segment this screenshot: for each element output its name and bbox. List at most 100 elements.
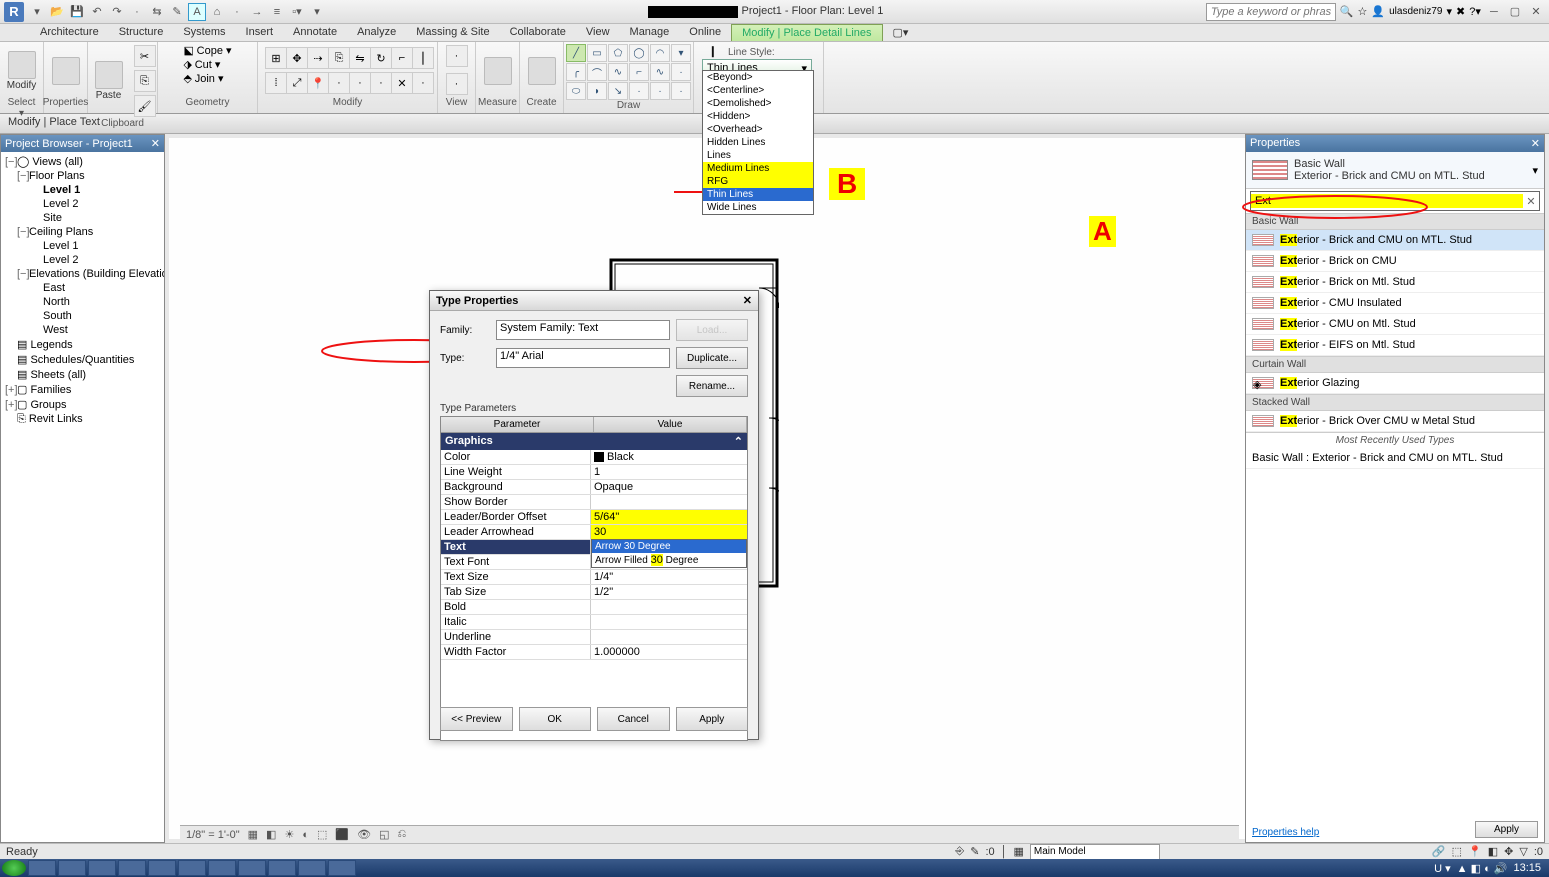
visual-style-icon[interactable]: ◧ [266, 828, 276, 841]
main-model-icon[interactable]: ▦ [1014, 845, 1024, 858]
tree-item[interactable]: South [3, 309, 162, 323]
draw-arc3-icon[interactable]: ◠ [650, 44, 670, 62]
scale-icon[interactable]: ⤢ [286, 72, 308, 94]
draw-arc-tan-icon[interactable]: ∿ [608, 63, 628, 81]
offset-icon[interactable]: ⇢ [307, 47, 329, 69]
linestyle-opt[interactable]: <Overhead> [703, 123, 813, 136]
drag-icon[interactable]: ✥ [1504, 845, 1513, 858]
filter-icon[interactable]: ▽ [1519, 845, 1527, 858]
param-row[interactable]: Underline [441, 630, 747, 645]
select-face-icon[interactable]: ◧ [1488, 845, 1498, 858]
type-selector-dropdown-icon[interactable]: ▾ [1532, 164, 1538, 177]
mirror-pick-icon[interactable]: · [349, 72, 371, 94]
split-icon[interactable]: ⎮ [412, 47, 434, 69]
linestyle-opt[interactable]: <Beyond> [703, 71, 813, 84]
cut-clipboard-icon[interactable]: ✂ [134, 45, 156, 67]
hide-isolate-icon[interactable]: 👁 [357, 828, 371, 841]
duplicate-button[interactable]: Duplicate... [676, 347, 748, 369]
shadows-icon[interactable]: ◐ [302, 829, 309, 841]
tray-lang[interactable]: U ▾ [1434, 862, 1451, 875]
search-input[interactable] [1206, 3, 1336, 21]
tab-insert[interactable]: Insert [236, 24, 284, 41]
qat-open-file-icon[interactable]: 📂 [48, 3, 66, 21]
draw-arc-start-icon[interactable]: ╭ [566, 63, 586, 81]
tab-structure[interactable]: Structure [109, 24, 174, 41]
draw-more2-icon[interactable]: · [629, 82, 649, 100]
tree-item[interactable]: Level 2 [3, 197, 162, 211]
tab-online[interactable]: Online [679, 24, 731, 41]
draw-line-icon[interactable]: ╱ [566, 44, 586, 62]
linestyle-opt[interactable]: <Demolished> [703, 97, 813, 110]
tree-item[interactable]: North [3, 295, 162, 309]
linestyle-opt-thin[interactable]: Thin Lines [703, 188, 813, 201]
tree-item[interactable]: [−]Ceiling Plans [3, 225, 162, 239]
infocenter-search-icon[interactable]: 🔍 [1340, 5, 1354, 18]
draw-more1-icon[interactable]: · [671, 63, 691, 81]
qat-measure-icon[interactable]: ✎ [168, 3, 186, 21]
wall-type-item[interactable]: Exterior - Brick Over CMU w Metal Stud [1246, 411, 1544, 432]
tree-item[interactable]: Level 2 [3, 253, 162, 267]
align-icon[interactable]: ⊞ [265, 47, 287, 69]
draw-more4-icon[interactable]: · [671, 82, 691, 100]
tree-item[interactable]: ▤ Legends [3, 337, 162, 352]
param-row[interactable]: Leader/Border Offset5/64" [441, 510, 747, 525]
qat-sync-icon[interactable]: ⇆ [148, 3, 166, 21]
arrowhead-option[interactable]: Arrow 30 Degree [592, 540, 746, 553]
tab-massing[interactable]: Massing & Site [406, 24, 499, 41]
signin-icon[interactable]: 👤 [1371, 5, 1385, 18]
taskbar-app[interactable] [328, 860, 356, 876]
help-icon[interactable]: ?▾ [1469, 5, 1481, 18]
wall-type-item[interactable]: Exterior - CMU Insulated [1246, 293, 1544, 314]
param-row[interactable]: Show Border [441, 495, 747, 510]
taskbar-app[interactable] [118, 860, 146, 876]
param-row[interactable]: Line Weight1 [441, 465, 747, 480]
sunpath-icon[interactable]: ☀ [284, 828, 294, 841]
properties-close-icon[interactable]: ✕ [1531, 137, 1540, 150]
apply-button[interactable]: Apply [676, 707, 749, 731]
linestyle-opt[interactable]: Hidden Lines [703, 136, 813, 149]
panel-select[interactable]: Select ▾ [6, 97, 37, 111]
draw-ellipse-icon[interactable]: ⬭ [566, 82, 586, 100]
tree-item[interactable]: [+]▢ Groups [3, 397, 162, 412]
qat-redo-icon[interactable]: ↷ [108, 3, 126, 21]
mru-item[interactable]: Basic Wall : Exterior - Brick and CMU on… [1246, 448, 1544, 469]
tab-collaborate[interactable]: Collaborate [500, 24, 576, 41]
cut-geom-button[interactable]: ⬗ Cut ▾ [183, 58, 220, 71]
param-row[interactable]: Text Size1/4" [441, 570, 747, 585]
unpin-icon[interactable]: · [328, 72, 350, 94]
wall-type-item[interactable]: Exterior - Brick on CMU [1246, 251, 1544, 272]
properties-help-link[interactable]: Properties help [1252, 827, 1319, 838]
family-combo[interactable]: System Family: Text [496, 320, 670, 340]
create-button[interactable] [522, 55, 562, 87]
exchange-icon[interactable]: ✖ [1456, 5, 1465, 18]
move-icon[interactable]: ✥ [286, 47, 308, 69]
maximize-icon[interactable]: ▢ [1506, 3, 1524, 19]
minimize-icon[interactable]: ─ [1485, 4, 1503, 20]
tree-item[interactable]: Site [3, 211, 162, 225]
main-model-combo[interactable] [1030, 844, 1160, 860]
qat-section-icon[interactable]: · [228, 3, 246, 21]
qat-thin-icon[interactable]: → [248, 3, 266, 21]
select-underlay-icon[interactable]: ⬚ [1452, 845, 1462, 858]
modify-tool-button[interactable]: Modify [1, 49, 42, 93]
cope-button[interactable]: ⬕ Cope ▾ [183, 44, 231, 57]
trim-icon[interactable]: ⌐ [391, 47, 413, 69]
type-selector[interactable]: Basic Wall Exterior - Brick and CMU on M… [1246, 152, 1544, 189]
tab-manage[interactable]: Manage [620, 24, 680, 41]
qat-undo-icon[interactable]: ↶ [88, 3, 106, 21]
wall-type-item[interactable]: ◈Exterior Glazing [1246, 373, 1544, 394]
draw-poly-icon[interactable]: ⬠ [608, 44, 628, 62]
copy-icon[interactable]: ⎘ [328, 47, 350, 69]
cat-graphics[interactable]: Graphics⌃ [441, 433, 747, 450]
cancel-button[interactable]: Cancel [597, 707, 670, 731]
group-icon[interactable]: · [412, 72, 434, 94]
qat-open-icon[interactable]: ▾ [28, 3, 46, 21]
load-button[interactable]: Load... [676, 319, 748, 341]
worksharing-icon[interactable]: ⎌ [397, 828, 406, 841]
taskbar-app[interactable] [208, 860, 236, 876]
tree-item[interactable]: Level 1 [3, 183, 162, 197]
pin-icon[interactable]: 📍 [307, 72, 329, 94]
draw-spline-icon[interactable]: ∿ [650, 63, 670, 81]
param-row[interactable]: Width Factor1.000000 [441, 645, 747, 660]
copy-clipboard-icon[interactable]: ⎘ [134, 70, 156, 92]
